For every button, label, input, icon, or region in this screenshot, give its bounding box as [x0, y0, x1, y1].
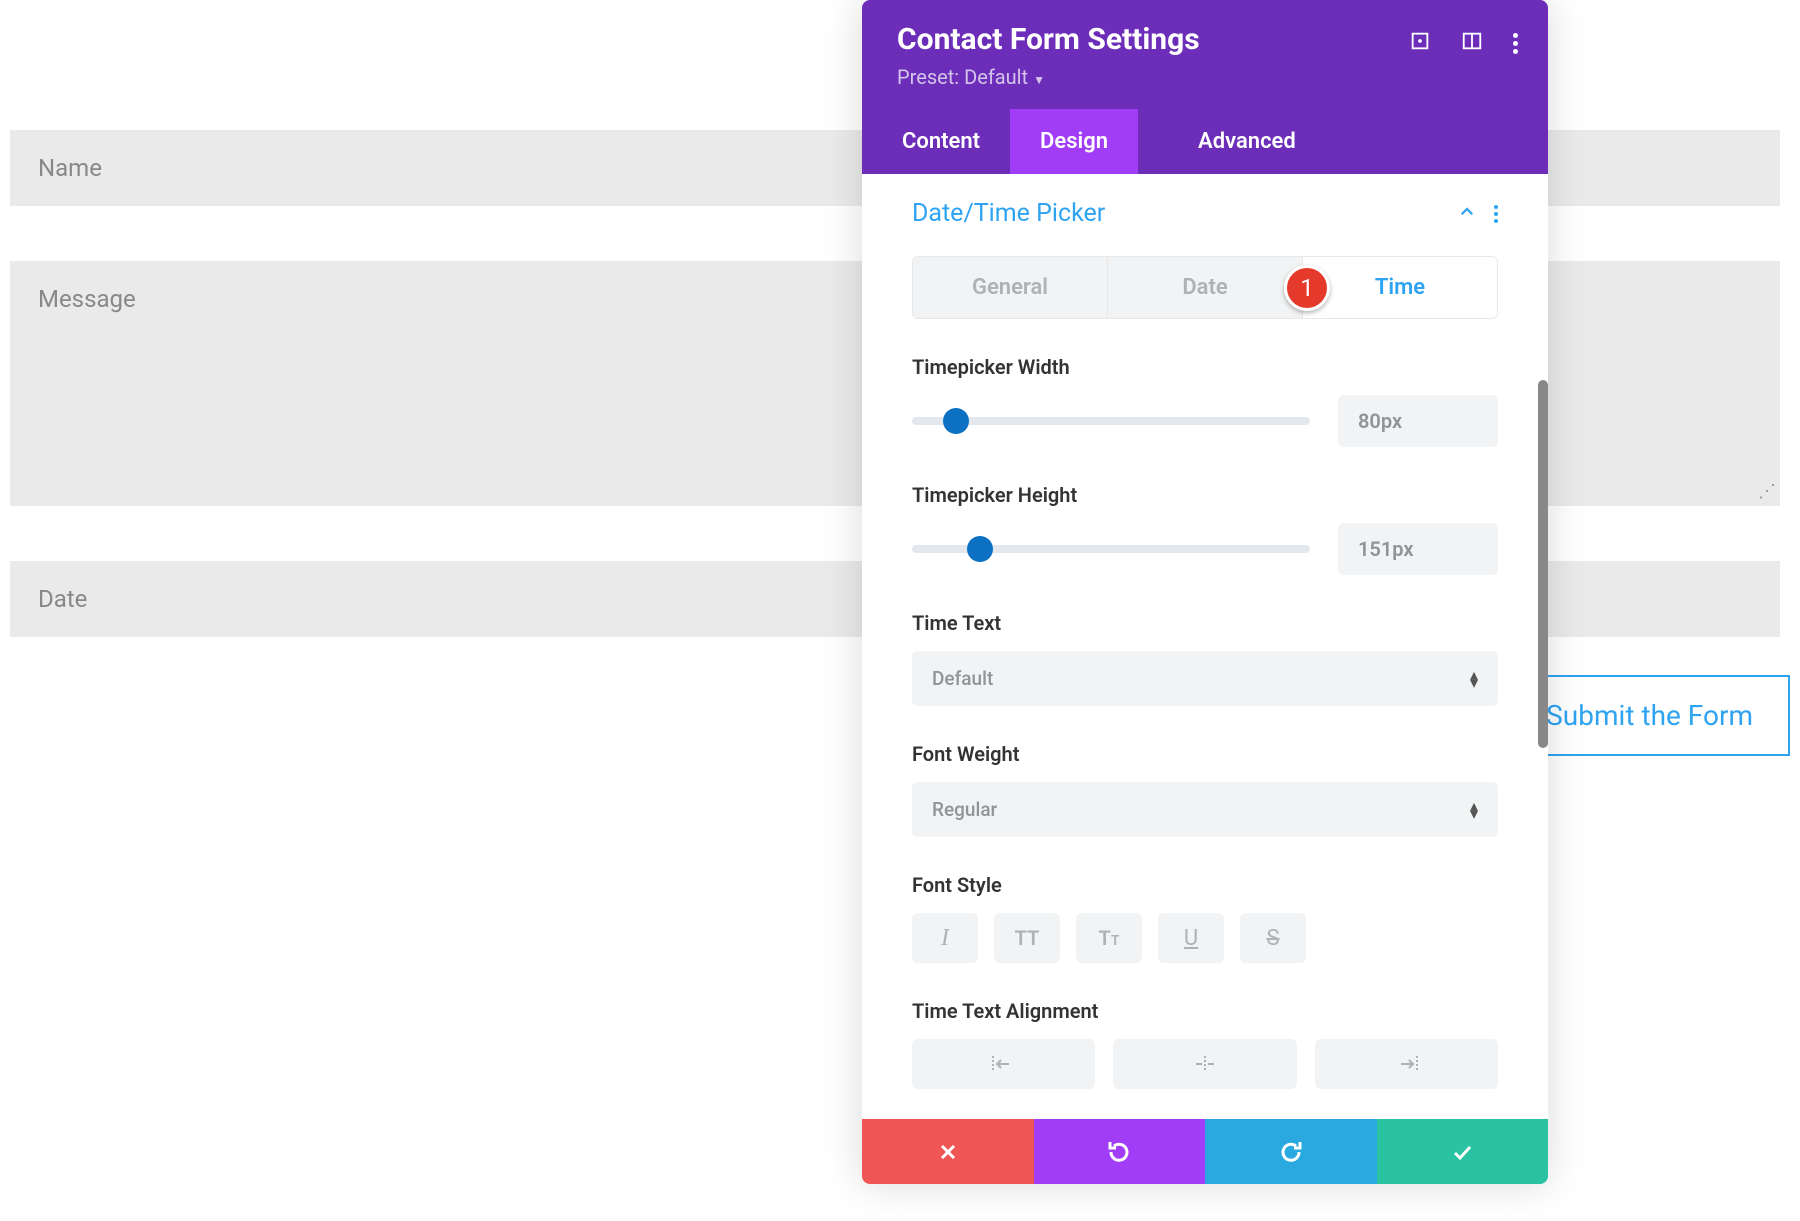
fontweight-label: Font Weight [912, 742, 1498, 766]
columns-icon[interactable] [1461, 30, 1483, 56]
resize-handle-icon[interactable]: ⋰ [1758, 481, 1776, 502]
chevron-up-icon[interactable] [1458, 203, 1476, 225]
annotation-badge: 1 [1284, 265, 1330, 311]
underline-button[interactable]: U [1158, 913, 1224, 963]
tab-advanced[interactable]: Advanced [1138, 109, 1326, 174]
cancel-button[interactable] [862, 1119, 1034, 1184]
undo-button[interactable] [1034, 1119, 1206, 1184]
preset-selector[interactable]: Preset: Default ▼ [897, 65, 1513, 89]
tpwidth-value[interactable]: 80px [1338, 395, 1498, 447]
subtab-general[interactable]: General [913, 257, 1108, 318]
panel-footer [862, 1119, 1548, 1184]
chevron-down-icon: ▼ [1033, 73, 1045, 87]
confirm-button[interactable] [1377, 1119, 1549, 1184]
tpwidth-slider[interactable] [912, 417, 1310, 425]
alignment-label: Time Text Alignment [912, 999, 1498, 1023]
tab-design[interactable]: Design [1010, 109, 1138, 174]
select-arrows-icon: ▴▾ [1470, 671, 1478, 687]
tab-content[interactable]: Content [862, 109, 1010, 174]
italic-button[interactable]: I [912, 913, 978, 963]
header-icons [1409, 30, 1518, 56]
message-placeholder: Message [38, 285, 136, 313]
tpheight-slider[interactable] [912, 545, 1310, 553]
settings-panel: Contact Form Settings Preset: Default ▼ … [862, 0, 1548, 1184]
slider-thumb-icon[interactable] [943, 408, 969, 434]
expand-icon[interactable] [1409, 30, 1431, 56]
slider-thumb-icon[interactable] [967, 536, 993, 562]
align-center-button[interactable] [1113, 1039, 1296, 1089]
select-arrows-icon: ▴▾ [1470, 802, 1478, 818]
subtab-time[interactable]: Time [1303, 257, 1497, 318]
panel-header: Contact Form Settings Preset: Default ▼ [862, 0, 1548, 109]
tpheight-value[interactable]: 151px [1338, 523, 1498, 575]
tpwidth-label: Timepicker Width [912, 355, 1498, 379]
more-icon[interactable] [1513, 33, 1518, 54]
align-right-button[interactable] [1315, 1039, 1498, 1089]
align-left-button[interactable] [912, 1039, 1095, 1089]
subtabs: General Date 1 Time [912, 256, 1498, 319]
redo-button[interactable] [1205, 1119, 1377, 1184]
panel-body: Date/Time Picker General Date 1 Time Tim… [862, 174, 1548, 1089]
uppercase-button[interactable]: TT [994, 913, 1060, 963]
panel-tabs: Content Design Advanced [862, 109, 1548, 174]
fontstyle-label: Font Style [912, 873, 1498, 897]
tpheight-label: Timepicker Height [912, 483, 1498, 507]
section-more-icon[interactable] [1494, 205, 1498, 223]
scrollbar[interactable] [1538, 380, 1548, 748]
strikethrough-button[interactable]: S [1240, 913, 1306, 963]
subtab-date[interactable]: Date 1 [1108, 257, 1303, 318]
timetext-select[interactable]: Default ▴▾ [912, 651, 1498, 706]
fontweight-select[interactable]: Regular ▴▾ [912, 782, 1498, 837]
smallcaps-button[interactable]: TT [1076, 913, 1142, 963]
submit-button[interactable]: Submit the Form [1509, 675, 1790, 756]
timetext-label: Time Text [912, 611, 1498, 635]
section-title[interactable]: Date/Time Picker [912, 199, 1105, 228]
